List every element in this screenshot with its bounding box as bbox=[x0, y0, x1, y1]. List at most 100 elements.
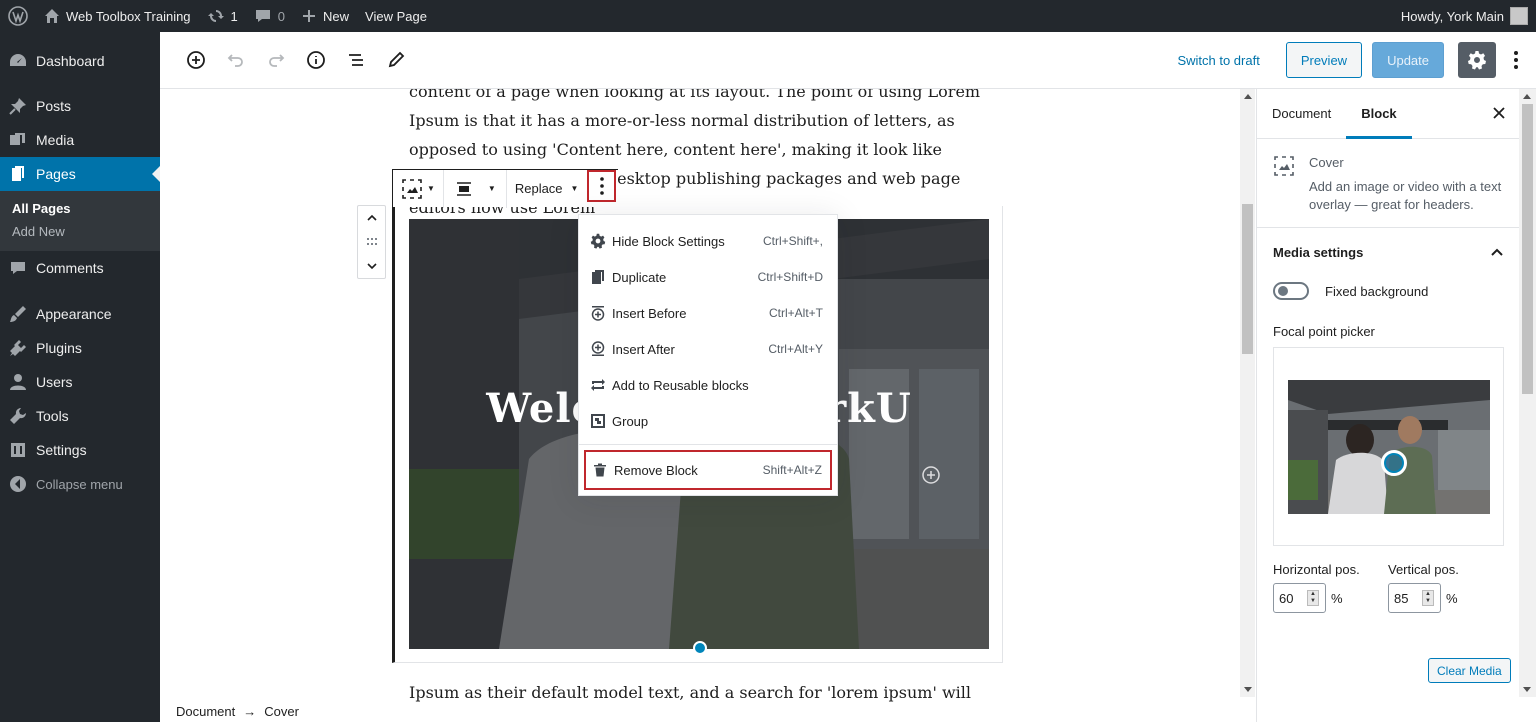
sidebar-item-comments[interactable]: Comments bbox=[0, 251, 160, 285]
block-toolbar: ▼ ▼ Replace ▼ bbox=[392, 169, 618, 208]
settings-scrollbar[interactable] bbox=[1519, 89, 1536, 697]
block-switcher[interactable]: ▼ bbox=[393, 169, 444, 208]
submenu-all-pages[interactable]: All Pages bbox=[0, 197, 160, 220]
updates-count: 1 bbox=[230, 8, 238, 24]
caret-down-icon: ▼ bbox=[487, 184, 496, 193]
more-tools-button[interactable] bbox=[1500, 42, 1532, 78]
content-scrollbar[interactable] bbox=[1240, 89, 1255, 697]
horizontal-position-input[interactable]: 60 ▲ ▼ bbox=[1273, 583, 1326, 613]
block-navigation-button[interactable] bbox=[336, 42, 376, 78]
new-content-link[interactable]: New bbox=[293, 0, 357, 32]
vertical-ellipsis-icon bbox=[599, 177, 604, 195]
sidebar-item-posts[interactable]: Posts bbox=[0, 89, 160, 123]
collapse-arrow-icon bbox=[8, 474, 28, 494]
menu-item-remove-block[interactable]: Remove Block Shift+Alt+Z bbox=[584, 450, 832, 490]
update-button[interactable]: Update bbox=[1372, 42, 1444, 78]
header-actions: Switch to draft Preview Update bbox=[1163, 42, 1536, 78]
block-more-options-button[interactable] bbox=[587, 170, 616, 202]
tab-block[interactable]: Block bbox=[1346, 89, 1412, 139]
menu-item-label: Duplicate bbox=[612, 269, 667, 285]
replace-label: Replace bbox=[514, 181, 563, 196]
vertical-position-value: 85 bbox=[1394, 590, 1409, 606]
fixed-background-toggle[interactable] bbox=[1273, 282, 1309, 300]
user-account-menu[interactable]: Howdy, York Main bbox=[1393, 0, 1536, 32]
settings-sidebar: Document Block Cover Add an image or vid… bbox=[1256, 89, 1519, 722]
vertical-ellipsis-icon bbox=[1514, 51, 1518, 69]
undo-button[interactable] bbox=[216, 42, 256, 78]
cover-resize-handle[interactable] bbox=[693, 641, 707, 655]
content-scrollbar-thumb[interactable] bbox=[1242, 204, 1253, 354]
settings-toggle-button[interactable] bbox=[1458, 42, 1496, 78]
sidebar-item-tools[interactable]: Tools bbox=[0, 399, 160, 433]
site-name-link[interactable]: Web Toolbox Training bbox=[36, 0, 199, 32]
breadcrumb-document[interactable]: Document bbox=[176, 704, 235, 719]
vertical-position-input[interactable]: 85 ▲ ▼ bbox=[1388, 583, 1441, 613]
sidebar-item-label: Media bbox=[36, 132, 75, 148]
sidebar-item-media[interactable]: Media bbox=[0, 123, 160, 157]
plugins-icon bbox=[8, 338, 28, 358]
focal-point-image[interactable] bbox=[1288, 380, 1490, 514]
menu-item-duplicate[interactable]: Duplicate Ctrl+Shift+D bbox=[579, 259, 837, 295]
menu-item-group[interactable]: Group bbox=[579, 403, 837, 439]
insert-after-icon bbox=[589, 340, 607, 358]
redo-button[interactable] bbox=[256, 42, 296, 78]
menu-item-shortcut: Ctrl+Shift+, bbox=[762, 234, 823, 248]
close-settings-button[interactable] bbox=[1493, 103, 1505, 124]
sidebar-item-dashboard[interactable]: Dashboard bbox=[0, 44, 160, 78]
media-settings-panel-toggle[interactable]: Media settings bbox=[1257, 228, 1519, 276]
scroll-up-arrow-icon[interactable] bbox=[1523, 94, 1531, 99]
menu-item-add-to-reusable[interactable]: Add to Reusable blocks bbox=[579, 367, 837, 403]
menu-item-insert-after[interactable]: Insert After Ctrl+Alt+Y bbox=[579, 331, 837, 367]
clear-media-button[interactable]: Clear Media bbox=[1428, 658, 1511, 683]
comments-link[interactable]: 0 bbox=[246, 0, 293, 32]
submenu-add-new[interactable]: Add New bbox=[0, 220, 160, 243]
tab-document[interactable]: Document bbox=[1257, 89, 1346, 139]
scroll-up-arrow-icon[interactable] bbox=[1244, 94, 1252, 99]
focal-point-marker[interactable] bbox=[1381, 450, 1407, 476]
add-inner-block-icon[interactable] bbox=[921, 465, 941, 485]
menu-item-label: Add to Reusable blocks bbox=[612, 377, 749, 393]
menu-item-insert-before[interactable]: Insert Before Ctrl+Alt+T bbox=[579, 295, 837, 331]
updates-link[interactable]: 1 bbox=[199, 0, 246, 32]
number-spinner-icon[interactable]: ▲ ▼ bbox=[1307, 590, 1319, 606]
block-breadcrumb: Document → Cover bbox=[176, 704, 299, 719]
admin-sidebar: Dashboard Posts Media Pages All Pages Ad… bbox=[0, 32, 160, 722]
block-alignment-button[interactable]: ▼ bbox=[444, 169, 507, 208]
replace-media-button[interactable]: Replace ▼ bbox=[507, 170, 587, 208]
add-block-button[interactable] bbox=[176, 42, 216, 78]
view-page-link[interactable]: View Page bbox=[357, 0, 435, 32]
site-name: Web Toolbox Training bbox=[66, 8, 191, 24]
horizontal-position-control: 60 ▲ ▼ % bbox=[1273, 583, 1388, 613]
switch-to-draft-button[interactable]: Switch to draft bbox=[1163, 53, 1273, 68]
move-up-icon[interactable] bbox=[366, 213, 378, 223]
scroll-down-arrow-icon[interactable] bbox=[1523, 687, 1531, 692]
paragraph-block[interactable]: Ipsum as their default model text, and a… bbox=[409, 678, 999, 707]
sidebar-item-plugins[interactable]: Plugins bbox=[0, 331, 160, 365]
cover-block-icon bbox=[1273, 155, 1295, 211]
align-center-icon bbox=[456, 181, 471, 196]
comments-icon bbox=[8, 258, 28, 278]
wordpress-logo-icon[interactable] bbox=[0, 0, 36, 32]
sidebar-item-pages[interactable]: Pages bbox=[0, 157, 160, 191]
focal-point-picker[interactable] bbox=[1273, 347, 1504, 546]
breadcrumb-current[interactable]: Cover bbox=[264, 704, 299, 719]
collapse-menu-button[interactable]: Collapse menu bbox=[0, 467, 160, 501]
move-down-icon[interactable] bbox=[366, 261, 378, 271]
scroll-down-arrow-icon[interactable] bbox=[1244, 687, 1252, 692]
sidebar-item-label: Tools bbox=[36, 408, 69, 424]
sidebar-item-label: Comments bbox=[36, 260, 104, 276]
sidebar-item-appearance[interactable]: Appearance bbox=[0, 297, 160, 331]
caret-down-icon: ▼ bbox=[570, 184, 579, 193]
sidebar-item-settings[interactable]: Settings bbox=[0, 433, 160, 467]
tools-button[interactable] bbox=[376, 42, 416, 78]
content-info-button[interactable] bbox=[296, 42, 336, 78]
pencil-icon bbox=[388, 51, 405, 68]
home-icon bbox=[45, 9, 59, 23]
number-spinner-icon[interactable]: ▲ ▼ bbox=[1422, 590, 1434, 606]
drag-handle-icon[interactable] bbox=[366, 237, 378, 247]
menu-item-shortcut: Ctrl+Alt+Y bbox=[768, 342, 823, 356]
preview-button[interactable]: Preview bbox=[1285, 42, 1363, 78]
sidebar-item-users[interactable]: Users bbox=[0, 365, 160, 399]
settings-scrollbar-thumb[interactable] bbox=[1522, 104, 1533, 394]
menu-item-hide-block-settings[interactable]: Hide Block Settings Ctrl+Shift+, bbox=[579, 223, 837, 259]
